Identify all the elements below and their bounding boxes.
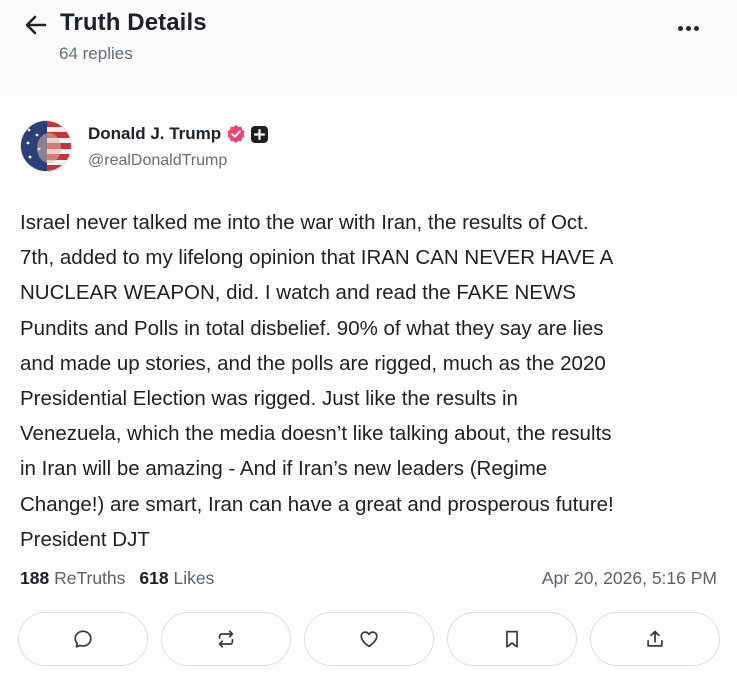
heart-icon [360,631,378,648]
likes-stat[interactable]: 618 Likes [139,568,214,588]
bookmark-button[interactable] [447,612,577,666]
avatar[interactable] [20,120,72,172]
bookmark-icon [506,630,518,648]
retruth-button[interactable] [161,612,291,666]
likes-count: 618 [139,568,169,588]
more-horizontal-icon [677,25,683,31]
plus-badge-icon [251,126,269,143]
replies-count: 64 replies [59,44,133,63]
retruths-label: ReTruths [54,568,126,588]
post-timestamp: Apr 20, 2026, 5:16 PM [541,568,717,588]
post-stats: 188 ReTruths 618 Likes [20,568,214,589]
post-actions [18,612,720,666]
reply-button[interactable] [18,612,148,666]
like-button[interactable] [304,612,434,666]
comment-icon [74,630,92,648]
more-options-button[interactable] [672,18,704,38]
avatar-image [21,121,71,171]
share-button[interactable] [590,612,720,666]
author-name[interactable]: Donald J. Trump [88,124,221,144]
retruths-count: 188 [20,568,50,588]
author-handle[interactable]: @realDonaldTrump [88,152,227,170]
header-bar: Truth Details 64 replies [0,0,737,96]
back-button[interactable] [20,10,52,40]
likes-label: Likes [173,568,215,588]
repost-icon [218,630,234,648]
share-icon [647,630,663,647]
post-author[interactable]: Donald J. Trump @realDonaldTrump [20,120,420,176]
verified-badge-icon [227,125,245,143]
arrow-left-icon [25,15,47,35]
post-text: Israel never talked me into the war with… [20,211,614,551]
retruths-stat[interactable]: 188 ReTruths [20,568,125,588]
page-title: Truth Details [60,9,207,36]
